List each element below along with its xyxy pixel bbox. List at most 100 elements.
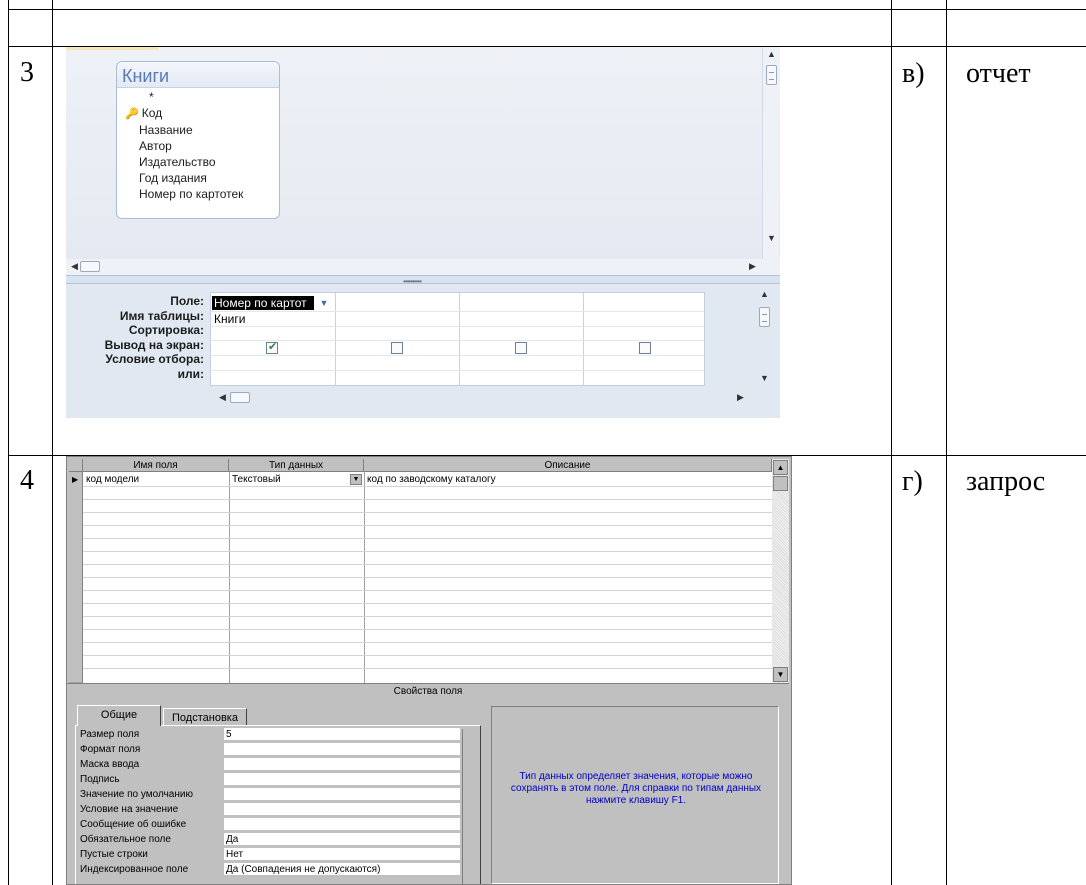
- show-checkbox[interactable]: [266, 340, 278, 354]
- field-name-cell[interactable]: код модели: [86, 473, 139, 486]
- scroll-up-arrow-icon[interactable]: ▲: [773, 460, 788, 475]
- tab-lookup[interactable]: Подстановка: [163, 708, 247, 726]
- scroll-thumb[interactable]: [80, 261, 100, 272]
- field-grid-vscroll[interactable]: ▲ ▼: [772, 459, 789, 683]
- field-grid[interactable]: Имя поля Тип данных Описание ▶ код модел…: [69, 459, 789, 683]
- show-checkbox[interactable]: [391, 342, 403, 354]
- grid-row-divider: [83, 551, 772, 552]
- property-label: Обязательное поле: [80, 834, 171, 845]
- scroll-up-arrow-icon[interactable]: ▲: [756, 289, 773, 299]
- property-value[interactable]: Да (Совпадения не допускаются): [224, 863, 460, 876]
- grid-hscroll[interactable]: ◀ ▶: [214, 390, 754, 406]
- grid-row-label: Сортировка:: [128, 323, 204, 337]
- field-item[interactable]: Название: [125, 122, 279, 138]
- property-label: Значение по умолчанию: [80, 789, 193, 800]
- help-text: Тип данных определяет значения, которые …: [510, 771, 762, 806]
- grid-row-divider: [83, 590, 772, 591]
- all-fields-star[interactable]: *: [125, 89, 279, 105]
- row-selector-column[interactable]: [69, 472, 83, 683]
- table-field-list[interactable]: Книги * 🔑 Код Название Автор Издательство…: [116, 61, 280, 219]
- scroll-down-arrow-icon[interactable]: ▼: [763, 233, 780, 243]
- table-field-list-title: Книги: [117, 62, 279, 88]
- property-label: Формат поля: [80, 744, 141, 755]
- field-properties-title: Свойства поля: [67, 683, 789, 699]
- property-value[interactable]: Нет: [224, 848, 460, 861]
- column-header: Тип данных: [229, 459, 364, 472]
- show-checkbox[interactable]: [515, 342, 527, 354]
- grid-row-divider: [83, 564, 772, 565]
- grid-row-divider: [211, 340, 704, 341]
- table-name-cell[interactable]: Книги: [214, 312, 245, 326]
- scroll-down-arrow-icon[interactable]: ▼: [773, 667, 788, 682]
- field-item-key[interactable]: 🔑 Код: [125, 105, 279, 122]
- grid-row-divider: [83, 603, 772, 604]
- help-panel: Тип данных определяет значения, которые …: [491, 706, 779, 884]
- table-row-divider: [8, 9, 1086, 10]
- key-icon: 🔑: [125, 108, 139, 120]
- grid-row-divider: [211, 311, 704, 312]
- grid-col-divider: [335, 293, 336, 385]
- field-item[interactable]: Год издания: [125, 170, 279, 186]
- grid-row-label: Имя таблицы:: [119, 308, 204, 323]
- grid-row-labels: Поле: Имя таблицы: Сортировка: Вывод на …: [66, 294, 204, 381]
- grid-row-divider: [83, 525, 772, 526]
- grid-row-divider: [211, 370, 704, 371]
- grid-row-divider: [211, 355, 704, 356]
- property-value[interactable]: [224, 803, 460, 816]
- property-label: Пустые строки: [80, 849, 148, 860]
- scroll-right-arrow-icon[interactable]: ▶: [744, 261, 761, 272]
- table-col-divider: [52, 0, 53, 885]
- scroll-thumb[interactable]: [759, 307, 770, 327]
- table-pane-hscroll[interactable]: ◀ ▶: [66, 259, 780, 275]
- answer-letter: г): [902, 466, 923, 497]
- field-item[interactable]: Издательство: [125, 154, 279, 170]
- property-value[interactable]: [224, 773, 460, 786]
- pane-splitter[interactable]: ••••••••••: [66, 275, 780, 286]
- grid-row-label: Условие отбора:: [105, 352, 204, 366]
- chevron-down-icon[interactable]: ▼: [317, 296, 331, 310]
- grid-row-divider: [83, 616, 772, 617]
- column-header: Имя поля: [83, 459, 229, 472]
- property-value[interactable]: Да: [224, 833, 460, 846]
- grid-col-divider: [583, 293, 584, 385]
- table-pane-vscroll[interactable]: ▲ ▼: [762, 47, 779, 261]
- scroll-right-arrow-icon[interactable]: ▶: [732, 392, 749, 403]
- field-item[interactable]: Номер по картотек: [125, 186, 279, 202]
- table-designer-screenshot: Имя поля Тип данных Описание ▶ код модел…: [66, 456, 792, 885]
- show-checkbox[interactable]: [639, 342, 651, 354]
- data-type-cell[interactable]: Текстовый: [232, 473, 281, 486]
- field-item[interactable]: Автор: [125, 138, 279, 154]
- properties-panel: Размер поля 5 Формат поля Маска ввода По…: [75, 725, 481, 884]
- field-select[interactable]: Номер по картот: [212, 296, 314, 310]
- property-value[interactable]: [224, 743, 460, 756]
- grid-row-divider: [83, 642, 772, 643]
- chevron-down-icon[interactable]: ▼: [350, 474, 362, 485]
- table-border-left: [8, 0, 9, 885]
- grid-row-label: или:: [177, 366, 204, 381]
- answer-letter: в): [902, 58, 925, 89]
- scroll-down-arrow-icon[interactable]: ▼: [756, 373, 773, 383]
- grid-row-divider: [83, 629, 772, 630]
- property-value[interactable]: [224, 788, 460, 801]
- scroll-up-arrow-icon[interactable]: ▲: [763, 49, 780, 59]
- property-label: Подпись: [80, 774, 120, 785]
- design-grid[interactable]: Номер по картот ▼ Книги: [210, 292, 705, 386]
- grid-corner: [69, 459, 83, 472]
- scroll-thumb[interactable]: [230, 392, 250, 403]
- description-cell[interactable]: код по заводскому каталогу: [367, 473, 496, 486]
- grid-row-divider: [83, 577, 772, 578]
- properties-vscroll[interactable]: [462, 729, 478, 884]
- property-value[interactable]: 5: [224, 728, 460, 741]
- tab-general[interactable]: Общие: [77, 705, 161, 726]
- grid-row-label: Поле:: [170, 294, 204, 308]
- scroll-thumb[interactable]: [773, 476, 788, 491]
- scroll-thumb[interactable]: [766, 65, 777, 85]
- property-value[interactable]: [224, 818, 460, 831]
- grid-vscroll[interactable]: ▲ ▼: [756, 289, 773, 389]
- table-col-divider: [946, 0, 947, 885]
- table-col-divider: [891, 0, 892, 885]
- property-label: Сообщение об ошибке: [80, 819, 187, 830]
- scroll-left-arrow-icon[interactable]: ◀: [214, 392, 231, 403]
- grid-row-divider: [83, 486, 772, 487]
- property-value[interactable]: [224, 758, 460, 771]
